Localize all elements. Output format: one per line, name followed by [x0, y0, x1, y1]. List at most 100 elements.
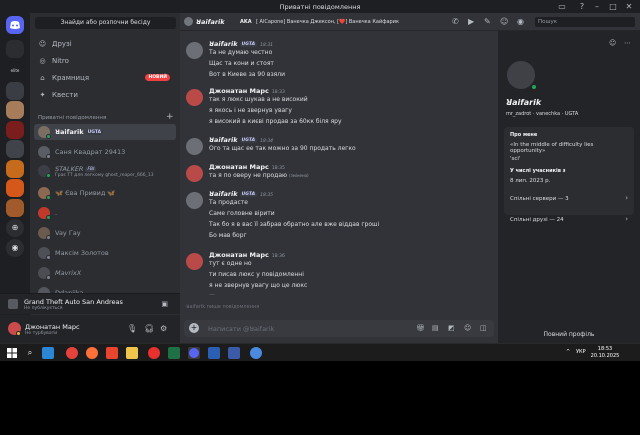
message-author[interactable]: ꓤaifarik UGTA 18:31: [209, 40, 273, 48]
avatar[interactable]: [186, 253, 203, 270]
windows-taskbar: ⌕ ^ УКР 18:53 20.10.2025: [0, 343, 640, 361]
server-icon-9[interactable]: [6, 199, 24, 217]
message-text: Та продасте: [209, 199, 248, 206]
taskbar-app-icon[interactable]: [106, 347, 118, 359]
message-author[interactable]: Джонатан Марс 18:33: [209, 87, 285, 95]
sticker-icon[interactable]: ◩: [448, 324, 455, 332]
nav-shop[interactable]: ⌂ Крамниця НОВИЙ: [34, 71, 176, 85]
dm-section-header: Приватні повідомлення: [38, 115, 107, 121]
settings-gear-icon[interactable]: ⚙: [160, 324, 167, 333]
dm-item[interactable]: 🦋 Єва Привид 🦋: [34, 185, 176, 201]
taskbar-app-icon[interactable]: [228, 347, 240, 359]
nav-nitro[interactable]: ◎ Nitro: [34, 54, 176, 68]
member-since-heading: У числі учасників з: [510, 168, 566, 174]
dm-item[interactable]: STALKER FBI Грає TT для легкому ghost_rea…: [34, 163, 176, 183]
avatar[interactable]: [186, 42, 203, 59]
more-options-icon[interactable]: ⋯: [624, 39, 631, 47]
search-input[interactable]: Пошук: [535, 17, 635, 27]
server-icon-6[interactable]: [6, 140, 24, 158]
dm-name: STALKER FBI: [55, 165, 97, 173]
server-icon-7[interactable]: [6, 160, 24, 178]
dm-item[interactable]: Максім Золотов: [34, 245, 176, 261]
dm-name: Саня Квадрат 29413: [55, 148, 126, 156]
server-icon-3[interactable]: [6, 82, 24, 100]
timestamp: 18:33: [271, 90, 285, 95]
add-friends-icon[interactable]: ☺: [500, 17, 508, 26]
nav-friends[interactable]: ☺ Друзі: [34, 37, 176, 51]
mutual-servers-row[interactable]: Спільні сервери — 3 ›: [504, 191, 634, 207]
mutual-friends-label: Спільні друзі — 24: [510, 217, 564, 223]
gift-icon[interactable]: 🎁︎: [416, 324, 425, 332]
minimize-icon[interactable]: –: [590, 1, 604, 12]
close-icon[interactable]: ✕: [622, 1, 636, 12]
status-offline-icon: [46, 235, 51, 240]
avatar[interactable]: [186, 192, 203, 209]
find-conversation-button[interactable]: Знайди або розпочни бесіду: [35, 17, 176, 29]
message-author[interactable]: ꓤaifarik UGTA 18:34: [209, 136, 273, 144]
file-explorer-icon[interactable]: [126, 347, 138, 359]
discover-icon[interactable]: ◉: [6, 239, 24, 257]
add-server-icon[interactable]: ⊕: [6, 219, 24, 237]
taskbar-app-icon[interactable]: [208, 347, 220, 359]
server-icon-2[interactable]: elite: [6, 62, 24, 80]
server-icon-8[interactable]: [6, 179, 24, 197]
chrome-icon[interactable]: [66, 347, 78, 359]
server-icon-1[interactable]: [6, 40, 24, 58]
headphones-icon[interactable]: 🎧︎: [144, 324, 154, 333]
dm-item[interactable]: .: [34, 205, 176, 221]
apps-icon[interactable]: ◫: [480, 324, 487, 332]
inbox-icon[interactable]: ▭: [555, 1, 569, 12]
message-composer[interactable]: + Написати @ꓤaifarik 🎁︎ ▤ ◩ ☺ ◫: [184, 320, 494, 337]
avatar[interactable]: [186, 165, 203, 182]
language-indicator[interactable]: УКР: [576, 349, 586, 355]
message-group: ꓤaifarik UGTA 18:35 Та продасте Саме голов…: [180, 190, 498, 245]
message-group: Джонатан Марс 18:36 тут є одне но ти писа…: [180, 251, 498, 306]
message-author[interactable]: ꓤaifarik UGTA 18:35: [209, 190, 273, 198]
video-call-icon[interactable]: ▶: [468, 17, 474, 26]
dm-item[interactable]: ꓤaifarik UGTA: [34, 124, 176, 140]
opera-icon[interactable]: [148, 347, 160, 359]
avatar[interactable]: [186, 89, 203, 106]
dm-item[interactable]: Vay Гау: [34, 225, 176, 241]
profile-toggle-icon[interactable]: ◉: [517, 17, 524, 26]
status-dnd-icon: [16, 331, 21, 336]
maximize-icon[interactable]: □: [606, 1, 620, 12]
pin-icon[interactable]: ✎: [484, 17, 491, 26]
server-icon-4[interactable]: [6, 101, 24, 119]
dm-item[interactable]: MavrixX: [34, 265, 176, 281]
server-icon-5[interactable]: [6, 121, 24, 139]
mutual-friends-row[interactable]: Спільні друзі — 24 ›: [504, 212, 634, 228]
windows-start-icon[interactable]: [6, 347, 18, 359]
full-profile-link[interactable]: Повний профіль: [498, 331, 640, 338]
clock[interactable]: 18:53 20.10.2025: [590, 346, 620, 360]
tray-chevron-icon[interactable]: ^: [566, 349, 570, 355]
taskbar-app-icon[interactable]: [42, 347, 54, 359]
add-attachment-icon[interactable]: +: [189, 323, 199, 333]
message-text: я високий в києві продав за 60кк біля яр…: [209, 118, 342, 125]
message-author[interactable]: Джонатан Марс 18:36: [209, 251, 285, 259]
message-divider: —: [209, 291, 215, 298]
add-friend-icon[interactable]: ☺: [609, 39, 616, 47]
firefox-icon[interactable]: [86, 347, 98, 359]
dm-name: MavrixX: [55, 269, 82, 277]
avatar[interactable]: [186, 138, 203, 155]
dm-item[interactable]: Саня Квадрат 29413: [34, 144, 176, 160]
create-dm-icon[interactable]: +: [166, 112, 174, 122]
screen-share-icon[interactable]: ▣: [161, 300, 168, 308]
voice-call-icon[interactable]: ✆: [452, 17, 459, 26]
gif-icon[interactable]: ▤: [432, 324, 439, 332]
message-group: ꓤaifarik UGTA 18:34 Ого та щас ее так можн…: [180, 136, 498, 156]
message-author[interactable]: Джонатан Марс 18:35: [209, 163, 285, 171]
discord-home-icon[interactable]: [6, 16, 24, 34]
window-title-bar: Приватні повідомлення ▭ ? – □ ✕: [0, 0, 640, 13]
excel-icon[interactable]: [168, 347, 180, 359]
chrome-icon[interactable]: [250, 347, 262, 359]
nav-quests[interactable]: ✦ Квести: [34, 88, 176, 102]
emoji-icon[interactable]: ☺: [464, 324, 471, 332]
help-icon[interactable]: ?: [575, 1, 589, 12]
search-icon[interactable]: ⌕: [24, 347, 36, 359]
member-since-date: 8 лип. 2023 р.: [510, 178, 551, 184]
activity-panel[interactable]: Grand Theft Auto San Andreas Не публікує…: [0, 293, 180, 314]
discord-taskbar-icon[interactable]: [188, 347, 200, 359]
microphone-icon[interactable]: 🎙︎: [127, 324, 137, 333]
